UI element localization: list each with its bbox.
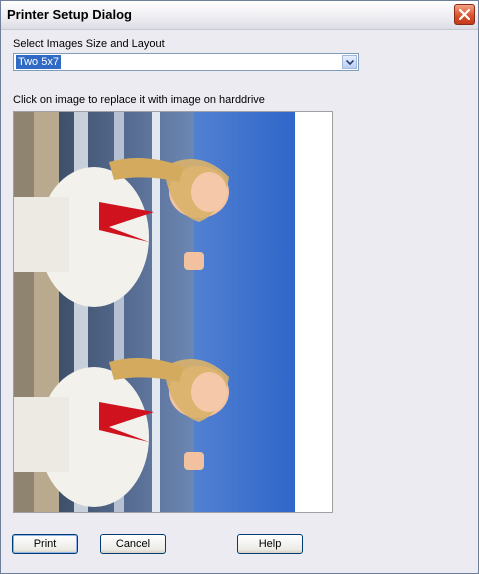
close-button[interactable] <box>454 4 475 25</box>
printer-setup-dialog: Printer Setup Dialog Select Images Size … <box>0 0 479 574</box>
chevron-down-icon <box>346 60 354 65</box>
preview-instruction: Click on image to replace it with image … <box>13 94 265 106</box>
photo-image <box>14 112 295 312</box>
title-bar[interactable]: Printer Setup Dialog <box>1 1 478 30</box>
dropdown-button[interactable] <box>342 55 357 69</box>
close-icon <box>459 9 470 20</box>
cancel-button[interactable]: Cancel <box>100 534 166 554</box>
help-button[interactable]: Help <box>237 534 303 554</box>
photo-slot-1[interactable] <box>14 112 295 312</box>
layout-select-value: Two 5x7 <box>16 55 61 69</box>
print-button[interactable]: Print <box>12 534 78 554</box>
photo-slot-2[interactable] <box>14 312 295 512</box>
layout-select[interactable]: Two 5x7 <box>13 53 359 71</box>
print-preview-area <box>13 111 333 513</box>
photo-image <box>14 312 295 512</box>
layout-label: Select Images Size and Layout <box>13 38 165 50</box>
window-title: Printer Setup Dialog <box>7 7 132 22</box>
